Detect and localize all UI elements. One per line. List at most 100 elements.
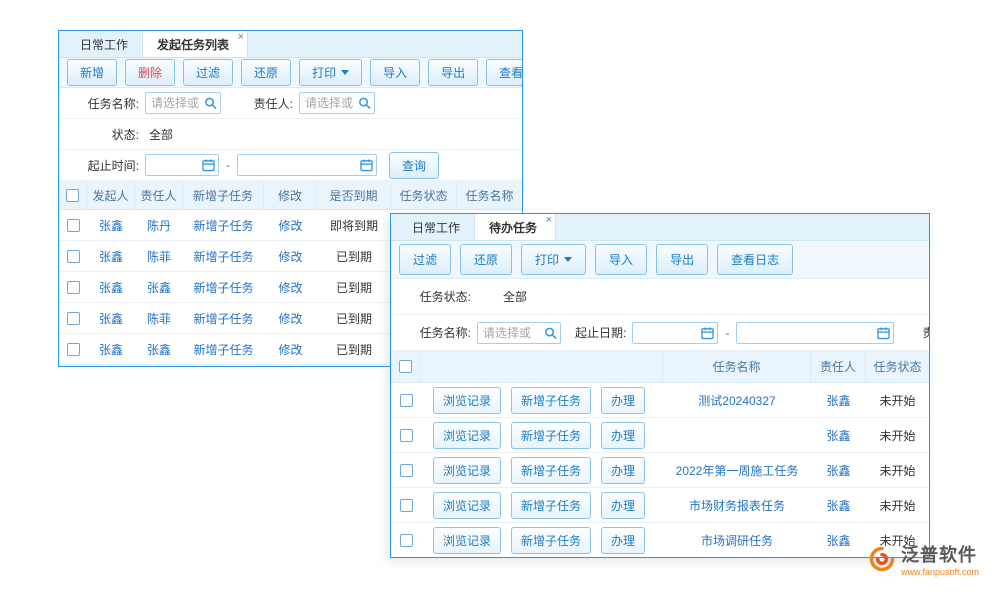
select-all-checkbox[interactable]: [399, 360, 412, 373]
row-checkbox[interactable]: [67, 281, 80, 294]
col-header-due[interactable]: 是否到期: [317, 181, 391, 209]
calendar-icon[interactable]: [877, 326, 890, 339]
row-checkbox[interactable]: [67, 343, 80, 356]
tab-todo-tasks[interactable]: 待办任务 ×: [474, 214, 556, 240]
browse-records-button[interactable]: 浏览记录: [433, 422, 501, 449]
modify-link[interactable]: 修改: [264, 217, 317, 234]
add-subtask-button[interactable]: 新增子任务: [511, 492, 591, 519]
row-checkbox[interactable]: [400, 429, 413, 442]
col-header-modify[interactable]: 修改: [264, 181, 317, 209]
owner-link[interactable]: 张鑫: [135, 341, 183, 358]
header-checkbox-cell: [59, 181, 87, 209]
add-subtask-link[interactable]: 新增子任务: [183, 279, 264, 296]
view-log-button[interactable]: 查看日志: [717, 244, 793, 275]
row-checkbox[interactable]: [400, 394, 413, 407]
view-log-button[interactable]: 查看日志: [486, 59, 523, 86]
filter-button[interactable]: 过滤: [183, 59, 233, 86]
task-name-link[interactable]: 2022年第一周施工任务: [663, 462, 811, 479]
task-name-link[interactable]: 市场调研任务: [663, 532, 811, 549]
end-date-input[interactable]: [238, 155, 376, 175]
owner-link[interactable]: 陈菲: [135, 310, 183, 327]
row-checkbox[interactable]: [67, 219, 80, 232]
col-header-owner[interactable]: 责任人: [811, 351, 866, 382]
restore-button[interactable]: 还原: [460, 244, 512, 275]
add-subtask-link[interactable]: 新增子任务: [183, 217, 264, 234]
search-icon[interactable]: [544, 326, 557, 339]
export-button[interactable]: 导出: [656, 244, 708, 275]
col-header-task-name[interactable]: 任务名称: [457, 181, 522, 209]
import-button[interactable]: 导入: [370, 59, 420, 86]
task-status-value[interactable]: 全部: [503, 288, 527, 305]
export-button[interactable]: 导出: [428, 59, 478, 86]
add-subtask-button[interactable]: 新增子任务: [511, 387, 591, 414]
restore-button[interactable]: 还原: [241, 59, 291, 86]
owner-link[interactable]: 张鑫: [811, 462, 866, 479]
browse-records-button[interactable]: 浏览记录: [433, 492, 501, 519]
owner-link[interactable]: 张鑫: [811, 532, 866, 549]
tab-daily-work[interactable]: 日常工作: [398, 214, 474, 240]
handle-button[interactable]: 办理: [601, 527, 645, 554]
row-checkbox[interactable]: [67, 250, 80, 263]
col-header-task-status[interactable]: 任务状态: [866, 351, 929, 382]
add-subtask-button[interactable]: 新增子任务: [511, 527, 591, 554]
add-button[interactable]: 新增: [67, 59, 117, 86]
query-button[interactable]: 查询: [389, 152, 439, 179]
initiator-link[interactable]: 张鑫: [87, 341, 135, 358]
calendar-icon[interactable]: [202, 159, 215, 172]
row-checkbox[interactable]: [400, 499, 413, 512]
close-icon[interactable]: ×: [546, 214, 552, 226]
col-header-add-subtask[interactable]: 新增子任务: [183, 181, 264, 209]
add-subtask-button[interactable]: 新增子任务: [511, 457, 591, 484]
col-header-owner[interactable]: 责任人: [135, 181, 183, 209]
browse-records-button[interactable]: 浏览记录: [433, 387, 501, 414]
modify-link[interactable]: 修改: [264, 248, 317, 265]
handle-button[interactable]: 办理: [601, 457, 645, 484]
calendar-icon[interactable]: [701, 326, 714, 339]
owner-link[interactable]: 陈丹: [135, 217, 183, 234]
search-icon[interactable]: [358, 97, 371, 110]
handle-button[interactable]: 办理: [601, 492, 645, 519]
col-header-initiator[interactable]: 发起人: [87, 181, 135, 209]
modify-link[interactable]: 修改: [264, 310, 317, 327]
add-subtask-link[interactable]: 新增子任务: [183, 248, 264, 265]
tab-daily-work[interactable]: 日常工作: [66, 31, 142, 57]
add-subtask-link[interactable]: 新增子任务: [183, 341, 264, 358]
end-date-input[interactable]: [737, 323, 893, 343]
search-icon[interactable]: [204, 97, 217, 110]
print-button[interactable]: 打印: [299, 59, 362, 86]
initiator-link[interactable]: 张鑫: [87, 217, 135, 234]
initiator-link[interactable]: 张鑫: [87, 248, 135, 265]
add-subtask-link[interactable]: 新增子任务: [183, 310, 264, 327]
modify-link[interactable]: 修改: [264, 279, 317, 296]
tab-initiated-task-list[interactable]: 发起任务列表 ×: [142, 31, 248, 57]
filter-button[interactable]: 过滤: [399, 244, 451, 275]
add-subtask-button[interactable]: 新增子任务: [511, 422, 591, 449]
row-checkbox[interactable]: [67, 312, 80, 325]
initiator-link[interactable]: 张鑫: [87, 279, 135, 296]
close-icon[interactable]: ×: [238, 31, 244, 43]
browse-records-button[interactable]: 浏览记录: [433, 527, 501, 554]
task-name-link[interactable]: 测试20240327: [663, 392, 811, 409]
task-name-link[interactable]: 市场财务报表任务: [663, 497, 811, 514]
browse-records-button[interactable]: 浏览记录: [433, 457, 501, 484]
owner-link[interactable]: 张鑫: [811, 497, 866, 514]
initiator-link[interactable]: 张鑫: [87, 310, 135, 327]
import-button[interactable]: 导入: [595, 244, 647, 275]
table-row: 浏览记录 新增子任务 办理 张鑫 未开始: [391, 418, 929, 453]
delete-button[interactable]: 删除: [125, 59, 175, 86]
handle-button[interactable]: 办理: [601, 422, 645, 449]
status-value[interactable]: 全部: [149, 126, 173, 143]
select-all-checkbox[interactable]: [66, 189, 79, 202]
col-header-task-status[interactable]: 任务状态: [391, 181, 457, 209]
modify-link[interactable]: 修改: [264, 341, 317, 358]
calendar-icon[interactable]: [360, 159, 373, 172]
owner-link[interactable]: 张鑫: [135, 279, 183, 296]
print-button[interactable]: 打印: [521, 244, 586, 275]
owner-link[interactable]: 张鑫: [811, 392, 866, 409]
col-header-task-name[interactable]: 任务名称: [663, 351, 811, 382]
row-checkbox[interactable]: [400, 534, 413, 547]
owner-link[interactable]: 张鑫: [811, 427, 866, 444]
handle-button[interactable]: 办理: [601, 387, 645, 414]
owner-link[interactable]: 陈菲: [135, 248, 183, 265]
row-checkbox[interactable]: [400, 464, 413, 477]
